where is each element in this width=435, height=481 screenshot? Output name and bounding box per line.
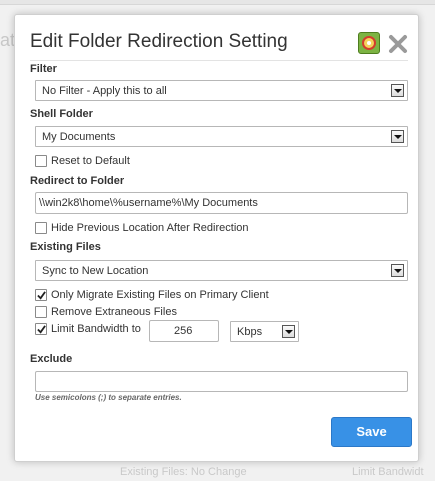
bandwidth-value: 256 bbox=[174, 325, 193, 337]
existing-files-select[interactable]: Sync to New Location bbox=[35, 260, 408, 281]
remove-extraneous-checkbox[interactable] bbox=[35, 306, 47, 318]
title-divider bbox=[30, 60, 408, 61]
shell-folder-select[interactable]: My Documents bbox=[35, 126, 408, 147]
close-icon[interactable] bbox=[388, 34, 408, 54]
exclude-hint: Use semicolons (;) to separate entries. bbox=[35, 393, 182, 402]
checkmark-icon bbox=[37, 291, 46, 300]
background-text: Limit Bandwidt bbox=[352, 466, 424, 478]
background-top-bar bbox=[0, 0, 435, 5]
reset-to-default-label[interactable]: Reset to Default bbox=[51, 155, 130, 167]
limit-bandwidth-label[interactable]: Limit Bandwidth to bbox=[51, 323, 141, 335]
background-text: Existing Files: No Change bbox=[120, 466, 247, 478]
help-lifebuoy-icon[interactable] bbox=[358, 32, 380, 54]
bandwidth-value-input[interactable]: 256 bbox=[149, 320, 219, 342]
bandwidth-unit-select[interactable]: Kbps bbox=[230, 321, 299, 342]
help-ring bbox=[362, 36, 376, 50]
hide-previous-location-label[interactable]: Hide Previous Location After Redirection bbox=[51, 222, 249, 234]
shell-folder-label: Shell Folder bbox=[30, 108, 93, 120]
existing-files-select-value: Sync to New Location bbox=[42, 265, 149, 277]
chevron-down-icon[interactable] bbox=[391, 264, 404, 277]
chevron-down-icon[interactable] bbox=[391, 84, 404, 97]
shell-folder-select-value: My Documents bbox=[42, 131, 116, 143]
existing-files-label: Existing Files bbox=[30, 241, 101, 253]
chevron-down-icon[interactable] bbox=[282, 325, 295, 338]
chevron-down-icon[interactable] bbox=[391, 130, 404, 143]
edit-folder-redirection-dialog: Edit Folder Redirection Setting Filter N… bbox=[14, 14, 419, 462]
exclude-label: Exclude bbox=[30, 353, 73, 365]
dialog-title: Edit Folder Redirection Setting bbox=[30, 31, 288, 52]
only-migrate-checkbox[interactable] bbox=[35, 289, 47, 301]
filter-select[interactable]: No Filter - Apply this to all bbox=[35, 80, 408, 101]
redirect-path-value: \\win2k8\home\%username%\My Documents bbox=[39, 197, 258, 209]
reset-to-default-checkbox[interactable] bbox=[35, 155, 47, 167]
redirect-path-input[interactable]: \\win2k8\home\%username%\My Documents bbox=[35, 192, 408, 214]
only-migrate-label[interactable]: Only Migrate Existing Files on Primary C… bbox=[51, 289, 269, 301]
filter-label: Filter bbox=[30, 63, 57, 75]
save-button[interactable]: Save bbox=[331, 417, 412, 447]
exclude-input[interactable] bbox=[35, 371, 408, 392]
limit-bandwidth-checkbox[interactable] bbox=[35, 323, 47, 335]
checkmark-icon bbox=[37, 325, 46, 334]
bandwidth-unit-value: Kbps bbox=[237, 326, 263, 338]
filter-select-value: No Filter - Apply this to all bbox=[42, 85, 167, 97]
background-heading: at bbox=[0, 30, 16, 50]
hide-previous-location-checkbox[interactable] bbox=[35, 222, 47, 234]
remove-extraneous-label[interactable]: Remove Extraneous Files bbox=[51, 306, 177, 318]
redirect-to-folder-label: Redirect to Folder bbox=[30, 175, 125, 187]
